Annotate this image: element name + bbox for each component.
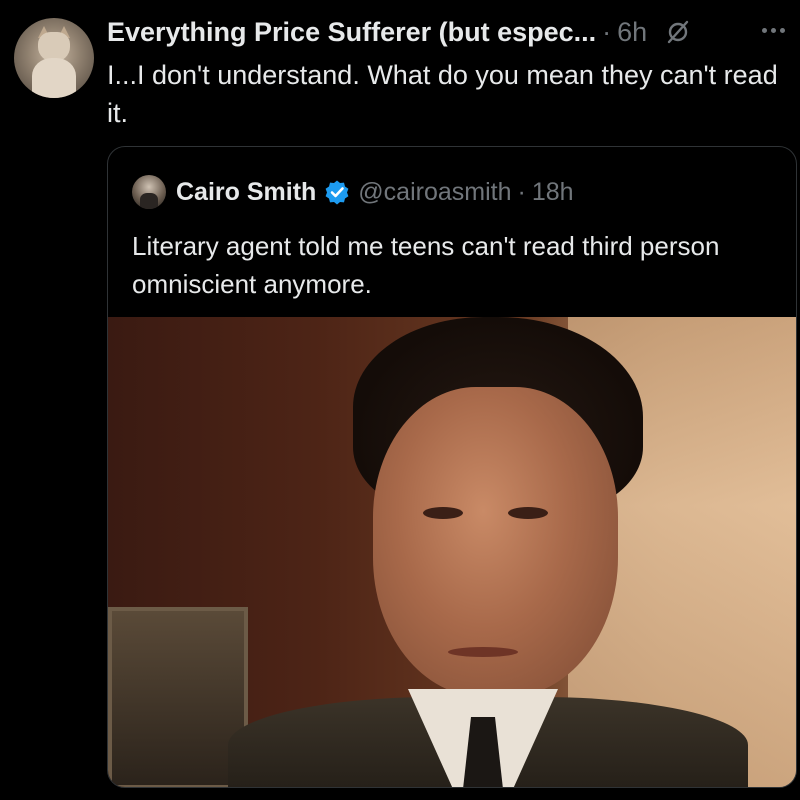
tweet-header: Everything Price Sufferer (but espec... … bbox=[107, 12, 691, 52]
quote-author-avatar[interactable] bbox=[132, 175, 166, 209]
quote-header: Cairo Smith @cairoasmith · 18h bbox=[132, 175, 574, 209]
quote-author-name[interactable]: Cairo Smith bbox=[176, 178, 316, 207]
quote-text: Literary agent told me teens can't read … bbox=[132, 231, 720, 299]
background-doorway bbox=[108, 607, 248, 787]
quote-tweet-card[interactable]: Cairo Smith @cairoasmith · 18h Literary … bbox=[107, 146, 797, 788]
more-horizontal-icon[interactable] bbox=[762, 18, 794, 42]
separator-dot: · bbox=[602, 16, 612, 47]
author-avatar[interactable] bbox=[14, 18, 94, 98]
author-name[interactable]: Everything Price Sufferer (but espec... bbox=[107, 17, 596, 48]
quote-media-image[interactable] bbox=[108, 317, 796, 787]
eye bbox=[508, 507, 548, 519]
mouth bbox=[448, 647, 518, 657]
separator-dot: · bbox=[517, 177, 526, 206]
tweet-text: I...I don't understand. What do you mean… bbox=[107, 60, 778, 128]
verified-badge-icon bbox=[324, 179, 350, 205]
timestamp[interactable]: 6h bbox=[617, 17, 647, 48]
eye bbox=[423, 507, 463, 519]
quote-author-handle[interactable]: @cairoasmith bbox=[358, 178, 511, 207]
avatar-fox-body bbox=[32, 58, 76, 98]
quote-timestamp[interactable]: 18h bbox=[532, 178, 574, 207]
slash-icon bbox=[665, 19, 691, 45]
